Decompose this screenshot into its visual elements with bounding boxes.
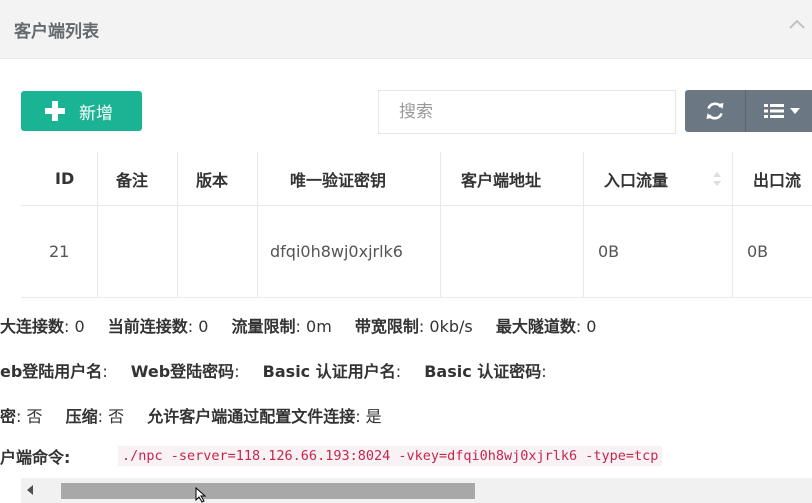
cell-remark [98, 206, 178, 298]
table-toolbar [685, 90, 812, 132]
detail-line-auth: eb登陆用户名: Web登陆密码: Basic 认证用户名: Basic 认证密… [0, 362, 547, 381]
refresh-icon [706, 102, 724, 120]
column-header-id[interactable]: ID [21, 152, 98, 206]
cell-version [178, 206, 258, 298]
cell-in-flow: 0B [584, 206, 733, 298]
cell-client-address [441, 206, 584, 298]
column-header-version[interactable]: 版本 [178, 152, 258, 206]
sort-icon[interactable] [712, 170, 722, 188]
mouse-cursor-icon [195, 487, 207, 503]
column-header-client-address[interactable]: 客户端地址 [441, 152, 584, 206]
plus-icon [45, 101, 65, 121]
detail-line-connections: 大连接数: 0 当前连接数: 0 流量限制: 0m 带宽限制: 0kb/s 最大… [0, 317, 597, 336]
client-command-label: 户端命令: [0, 448, 71, 467]
caret-down-icon [790, 108, 800, 114]
detail-line-options: 密: 否 压缩: 否 允许客户端通过配置文件连接: 是 [0, 407, 382, 426]
add-button-label: 新增 [79, 103, 113, 124]
scrollbar-thumb[interactable] [61, 483, 475, 499]
column-header-remark[interactable]: 备注 [98, 152, 178, 206]
list-columns-icon [764, 104, 784, 118]
scroll-left-arrow-icon[interactable] [27, 485, 33, 495]
cell-id: 21 [21, 206, 98, 298]
column-header-out-flow[interactable]: 出口流 [733, 152, 812, 206]
search-input[interactable] [378, 90, 676, 134]
horizontal-scrollbar[interactable] [21, 478, 812, 503]
panel-title: 客户端列表 [14, 22, 99, 42]
cell-vkey: dfqi0h8wj0xjrlk6 [258, 206, 441, 298]
refresh-button[interactable] [685, 90, 745, 132]
chevron-up-icon[interactable] [788, 16, 806, 34]
columns-toggle-button[interactable] [746, 90, 812, 132]
client-command-code: ./npc -server=118.126.66.193:8024 -vkey=… [118, 446, 663, 466]
column-header-in-flow[interactable]: 入口流量 [584, 152, 733, 206]
column-header-vkey[interactable]: 唯一验证密钥 [258, 152, 441, 206]
cell-out-flow: 0B [733, 206, 812, 298]
add-client-button[interactable]: 新增 [21, 91, 142, 131]
panel-header: 客户端列表 [0, 0, 812, 59]
